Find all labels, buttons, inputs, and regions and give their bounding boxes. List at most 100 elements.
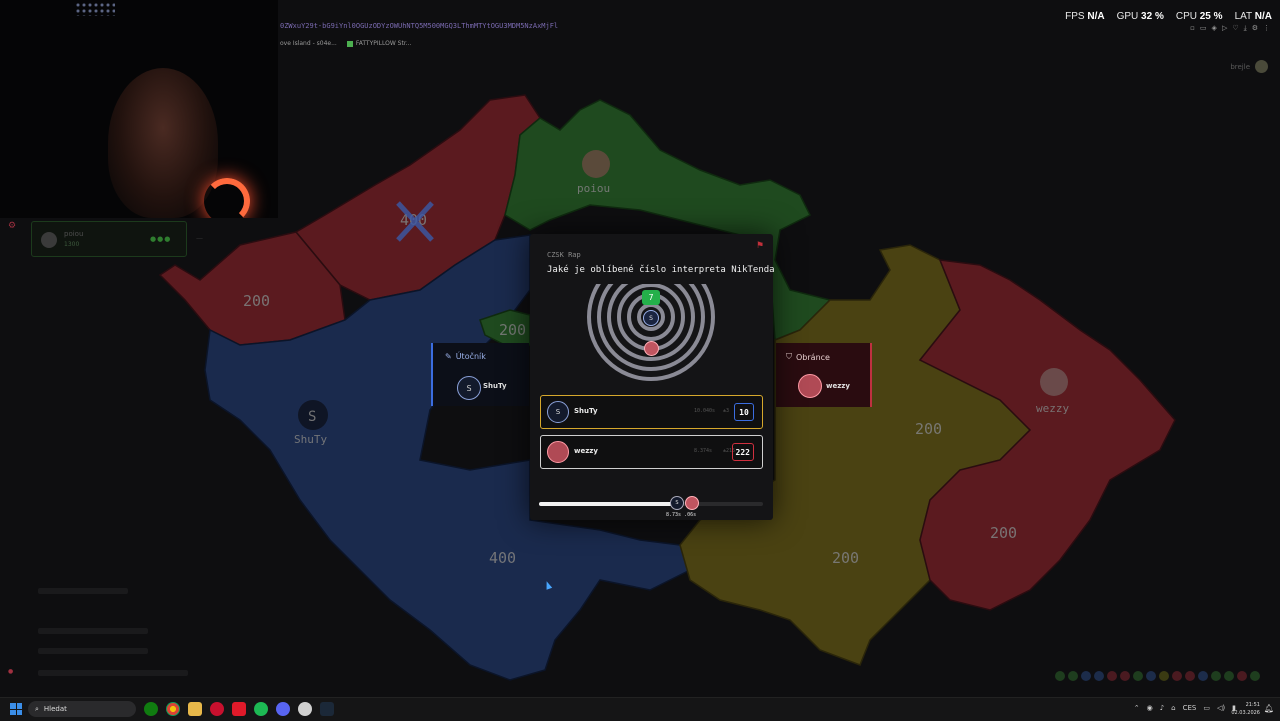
play-icon[interactable]: ▷: [1222, 24, 1227, 33]
defender-role: ⛉ Obránce: [786, 352, 830, 362]
defender-card: ⛉ Obránce wezzy: [776, 343, 872, 407]
volume-icon[interactable]: ◁): [1217, 704, 1225, 712]
notification-bell-icon[interactable]: 🔔︎: [1264, 704, 1274, 713]
webcam-overlay: [0, 0, 278, 218]
answer-diff: ±3: [723, 408, 730, 414]
chevron-up-icon[interactable]: ⌃: [1134, 704, 1140, 712]
opera-app-icon[interactable]: [210, 702, 224, 716]
gpu-stat: GPU 32 %: [1116, 11, 1164, 22]
question-category: CZSK Rap: [547, 251, 581, 259]
player-dot: [1107, 671, 1117, 681]
tray-app-icon[interactable]: ◉: [1147, 704, 1153, 712]
label-sw-avatar: S: [308, 409, 316, 425]
player-name: wezzy: [574, 447, 598, 455]
avatar-wezzy-map: [1040, 368, 1068, 396]
user-name: brejle: [1230, 62, 1250, 71]
start-button[interactable]: [10, 703, 22, 715]
xbox-app-icon[interactable]: [144, 702, 158, 716]
answer-value: 10: [734, 403, 754, 421]
player-dot: [1237, 671, 1247, 681]
player-dot: [1198, 671, 1208, 681]
chrome-app-icon[interactable]: [166, 702, 180, 716]
download-icon[interactable]: ⤓: [1244, 24, 1247, 33]
obs-app-icon[interactable]: [298, 702, 312, 716]
user-mini[interactable]: brejle: [1230, 60, 1268, 73]
avatar-poiou: [582, 150, 610, 178]
label-east-mid: 200: [915, 420, 942, 438]
timeline-marker-shuty: S: [670, 496, 684, 510]
network-icon[interactable]: ⌂: [1171, 704, 1175, 712]
attacker-card: ✎ Útočník S ShuTy: [431, 343, 529, 406]
system-clock[interactable]: 21:51 02.03.2026: [1231, 701, 1260, 717]
heart-icon[interactable]: ♡: [1232, 24, 1238, 33]
display-icon[interactable]: ▭: [1203, 704, 1210, 712]
steam-app-icon[interactable]: [320, 702, 334, 716]
settings-icon[interactable]: ⚙: [1252, 24, 1258, 33]
shield-icon: ⛉: [786, 352, 792, 361]
player-dot: [1185, 671, 1195, 681]
ghost-line: [38, 648, 148, 654]
mic-icon[interactable]: ♪: [1160, 704, 1164, 712]
answer-target: 7 S: [581, 284, 721, 384]
label-north-center: poiou: [577, 182, 610, 195]
player-card-poiou[interactable]: poiou 1300 ●●● —: [31, 221, 203, 257]
cpu-stat: CPU 25 %: [1175, 11, 1223, 22]
ghost-line: [38, 628, 148, 634]
search-icon: ⌕: [35, 704, 39, 713]
ghost-line: [38, 670, 188, 676]
url-bar[interactable]: 0ZWxuY29t-bG9iYnl0OGUzODYzOWUhNTQ5M500MG…: [280, 22, 558, 30]
answer-timeline: S: [539, 496, 763, 510]
report-flag-icon[interactable]: ⚑: [756, 241, 764, 251]
bookmark-item[interactable]: FATTYPILLOW Str...: [346, 40, 411, 47]
player-score: 1300: [64, 241, 80, 248]
spotify-app-icon[interactable]: [254, 702, 268, 716]
avatar: [41, 232, 57, 248]
player-dot: [1068, 671, 1078, 681]
pencil-icon: ✎: [445, 352, 452, 361]
result-row-wezzy: wezzy 8.374s ±215 222: [540, 435, 763, 469]
player-dot: [1172, 671, 1182, 681]
taskbar-search[interactable]: ⌕ Hledat: [28, 701, 136, 717]
player-dot: [1146, 671, 1156, 681]
shield-icon[interactable]: ◈: [1212, 24, 1217, 33]
streamer-face: [108, 68, 218, 218]
folder-app-icon[interactable]: [188, 702, 202, 716]
red-app-icon[interactable]: [232, 702, 246, 716]
label-southwest: ShuTy: [294, 433, 327, 446]
performance-overlay: FPS N/A GPU 32 % CPU 25 % LAT N/A: [1065, 11, 1272, 22]
fps-stat: FPS N/A: [1065, 11, 1105, 22]
defender-name: wezzy: [826, 382, 850, 390]
avatar: [547, 441, 569, 463]
defender-avatar: [798, 374, 822, 398]
system-tray: ⌃ ◉ ♪ ⌂ CES ▭ ◁) ▮: [1134, 704, 1236, 712]
tab-icon[interactable]: ▭: [1200, 24, 1207, 33]
answer-time: 10.040s: [694, 408, 716, 414]
time-b: .06s: [684, 512, 697, 518]
discord-app-icon[interactable]: [276, 702, 290, 716]
player-name: poiou: [64, 230, 84, 238]
player-dot: [1224, 671, 1234, 681]
time-a: 8.73s: [666, 512, 682, 518]
player-dot: [1133, 671, 1143, 681]
attacker-name: ShuTy: [483, 382, 507, 390]
answer-time: 8.374s: [694, 448, 713, 454]
language-indicator[interactable]: CES: [1183, 704, 1197, 712]
question-modal: CZSK Rap ⚑ Jaké je oblíbené číslo interp…: [530, 234, 775, 520]
label-west: 200: [243, 292, 270, 310]
player-dot: [1159, 671, 1169, 681]
label-southeast-center: 200: [832, 549, 859, 567]
attacker-avatar: S: [457, 376, 481, 400]
side-gear-icon[interactable]: ⚙: [8, 221, 16, 231]
lat-stat: LAT N/A: [1234, 11, 1272, 22]
guess-marker-wezzy: [644, 341, 659, 356]
bookmarks-bar: ove Island - s04e... FATTYPILLOW Str...: [280, 40, 411, 47]
bookmark-icon: [346, 40, 353, 47]
extension-icon[interactable]: ▫: [1190, 24, 1195, 33]
dash: —: [196, 234, 203, 242]
player-dot: [1250, 671, 1260, 681]
menu-icon[interactable]: ⋮: [1263, 24, 1270, 33]
bookmark-item[interactable]: ove Island - s04e...: [280, 40, 337, 47]
player-dot: [1081, 671, 1091, 681]
attacker-role: ✎ Útočník: [445, 352, 486, 361]
avatar: S: [547, 401, 569, 423]
